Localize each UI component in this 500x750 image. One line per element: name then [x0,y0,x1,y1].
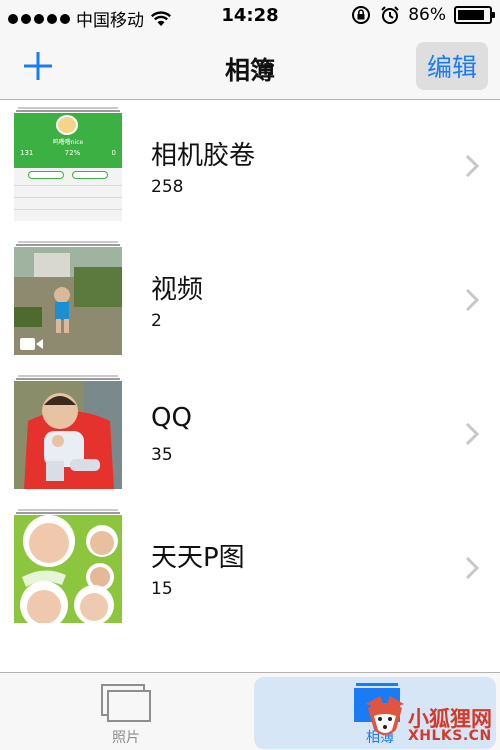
album-name: 视频 [151,275,204,305]
photos-tab-icon [101,684,151,722]
rotation-lock-icon [352,6,371,24]
thumbnail-stat: 131 [20,149,34,157]
edit-button[interactable]: 编辑 [416,42,488,90]
album-count: 15 [151,579,173,599]
album-thumbnail [14,515,122,623]
battery-icon [454,6,495,24]
album-thumbnail: 呜噜噜nice 131 72% 0 [14,113,122,221]
chevron-right-icon [465,556,480,580]
thumbnail-stat: 0 [111,149,116,157]
album-list: 呜噜噜nice 131 72% 0 相机胶卷 258 视频 2 QQ 35 天天… [0,101,500,637]
album-count: 35 [151,445,173,465]
album-row-videos[interactable]: 视频 2 [0,235,500,369]
status-bar: 中国移动 14:28 86% [0,0,500,34]
tab-photos-label: 照片 [112,730,140,746]
album-name: QQ [151,403,192,433]
album-count: 258 [151,177,184,197]
album-row-camera-roll[interactable]: 呜噜噜nice 131 72% 0 相机胶卷 258 [0,101,500,235]
album-count: 2 [151,311,162,331]
thumbnail-username: 呜噜噜nice [52,139,84,146]
tab-photos[interactable]: 照片 [96,681,156,746]
album-row-tiantian-ptu[interactable]: 天天P图 15 [0,503,500,637]
album-name: 天天P图 [151,543,245,573]
album-thumbnail [14,247,122,355]
chevron-right-icon [465,154,480,178]
video-camera-icon [20,338,43,350]
alarm-icon [381,6,399,24]
album-thumbnail [14,381,122,489]
battery-percent: 86% [408,5,446,25]
chevron-right-icon [465,288,480,312]
thumbnail-stat: 72% [64,149,81,157]
watermark-domain: XHLKS.CN [408,728,492,744]
avatar [56,115,78,135]
album-row-qq[interactable]: QQ 35 [0,369,500,503]
status-right: 86% [350,5,495,25]
chevron-right-icon [465,422,480,446]
album-name: 相机胶卷 [151,141,256,171]
navigation-bar: 相簿 编辑 [0,34,500,100]
